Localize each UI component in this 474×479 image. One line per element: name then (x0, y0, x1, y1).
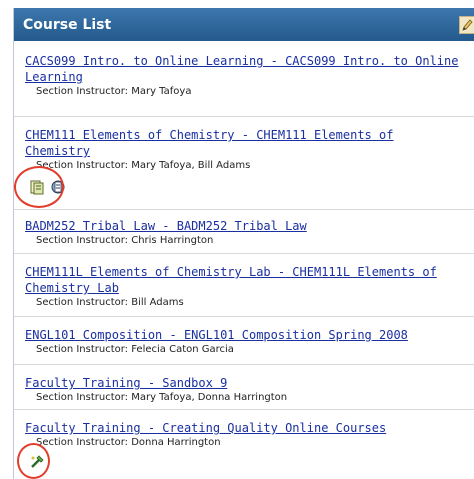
course-link[interactable]: CHEM111L Elements of Chemistry Lab - CHE… (25, 264, 465, 296)
course-tools (29, 454, 45, 472)
course-item: CHEM111 Elements of Chemistry - CHEM111 … (14, 117, 474, 210)
tools-wand-icon[interactable] (29, 454, 45, 470)
course-item: CHEM111L Elements of Chemistry Lab - CHE… (14, 254, 474, 317)
tools-icon[interactable] (50, 179, 66, 195)
course-tools (29, 179, 66, 197)
course-link[interactable]: BADM252 Tribal Law - BADM252 Tribal Law (25, 218, 465, 234)
course-link[interactable]: CHEM111 Elements of Chemistry - CHEM111 … (25, 127, 465, 159)
course-instructor: Section Instructor: Donna Harrington (36, 437, 221, 448)
gradebook-icon[interactable] (29, 179, 45, 195)
course-item: ENGL101 Composition - ENGL101 Compositio… (14, 317, 474, 365)
course-link[interactable]: Faculty Training - Creating Quality Onli… (25, 420, 465, 436)
course-link[interactable]: ENGL101 Composition - ENGL101 Compositio… (25, 327, 465, 343)
course-list-header: Course List (14, 8, 474, 41)
course-instructor: Section Instructor: Mary Tafoya (36, 86, 192, 97)
course-link[interactable]: CACS099 Intro. to Online Learning - CACS… (25, 53, 465, 85)
course-instructor: Section Instructor: Mary Tafoya, Bill Ad… (36, 160, 251, 171)
course-link[interactable]: Faculty Training - Sandbox 9 (25, 375, 465, 391)
course-instructor: Section Instructor: Bill Adams (36, 297, 184, 308)
course-instructor: Section Instructor: Mary Tafoya, Donna H… (36, 392, 288, 403)
course-item: CACS099 Intro. to Online Learning - CACS… (14, 53, 474, 117)
course-list-panel: Course List CACS099 Intro. to Online Lea… (13, 8, 474, 479)
course-instructor: Section Instructor: Chris Harrington (36, 235, 214, 246)
course-list-title: Course List (23, 16, 112, 33)
course-item: Faculty Training - Sandbox 9 Section Ins… (14, 365, 474, 410)
pencil-icon[interactable] (459, 16, 474, 34)
course-instructor: Section Instructor: Felecia Caton Garcia (36, 344, 234, 355)
course-item: Faculty Training - Creating Quality Onli… (14, 410, 474, 479)
course-item: BADM252 Tribal Law - BADM252 Tribal Law … (14, 210, 474, 254)
